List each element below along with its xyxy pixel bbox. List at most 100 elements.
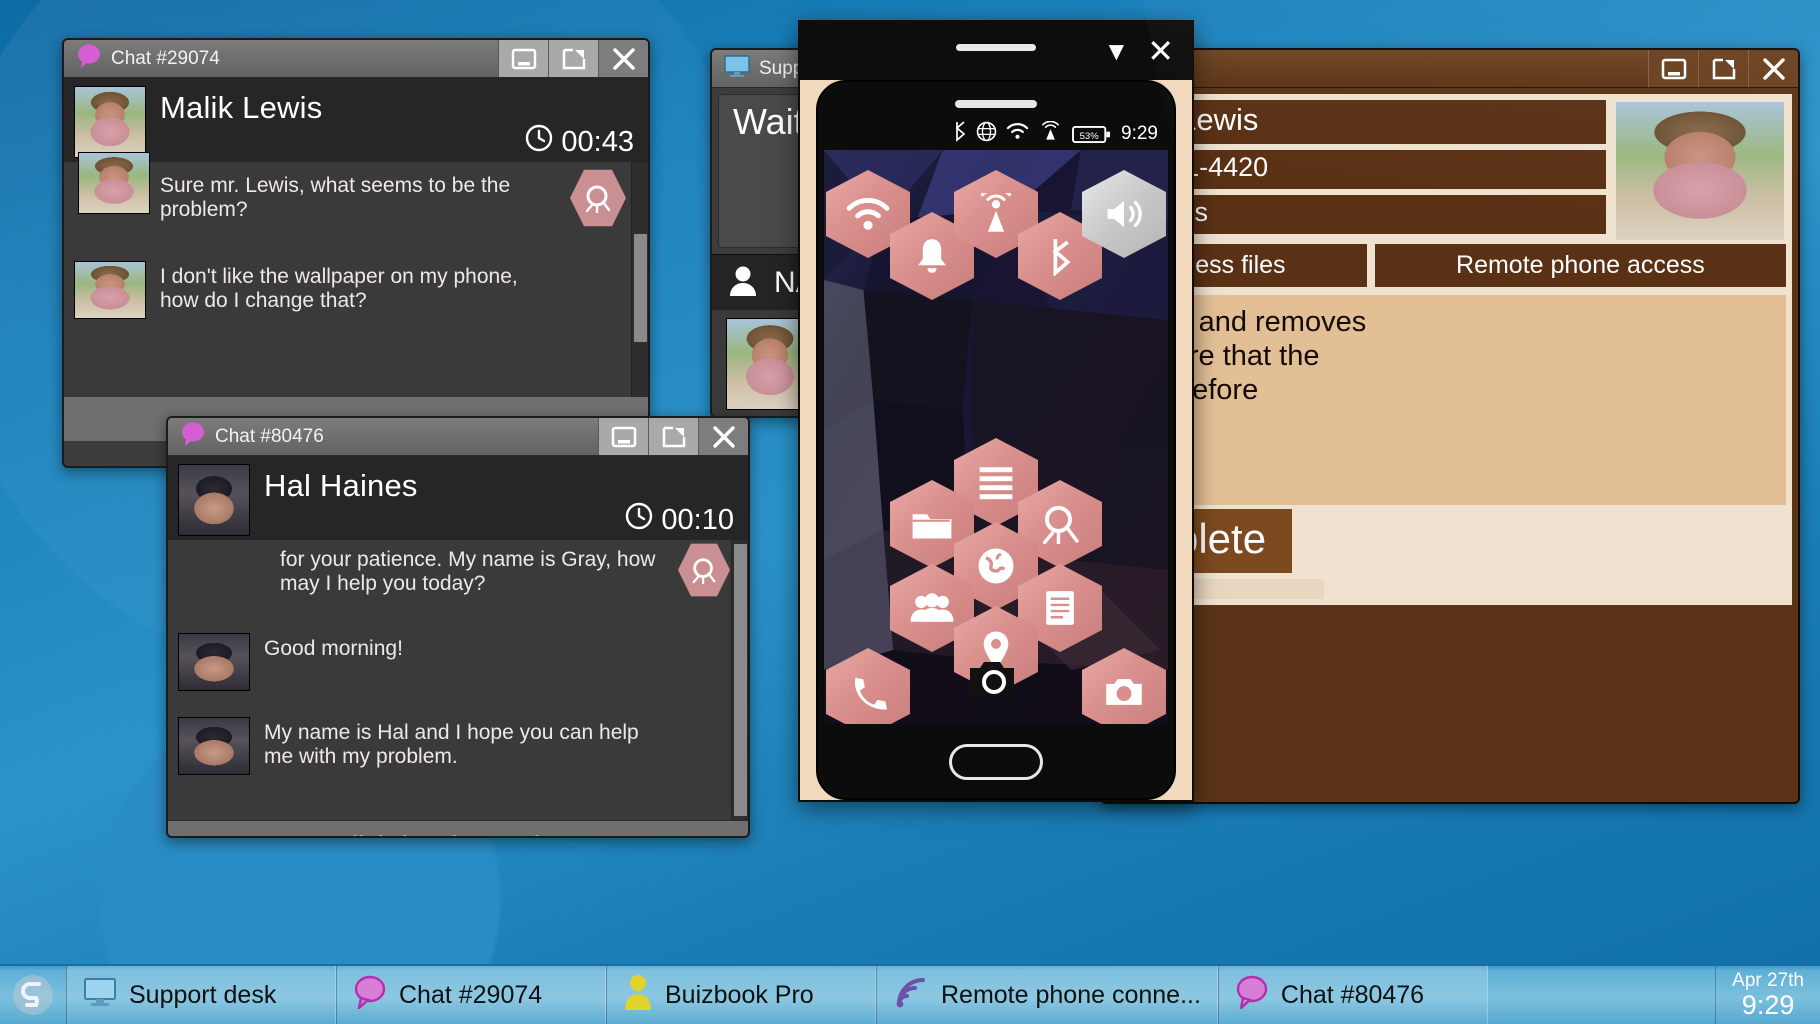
- chevron-down-icon[interactable]: ▼: [1103, 38, 1129, 64]
- phone-home-screen[interactable]: [824, 150, 1168, 724]
- maximize-icon: [562, 48, 585, 69]
- window-chat-29074[interactable]: Chat #29074 Malik Lewis 00:43 Sure mr. L…: [62, 38, 650, 468]
- monitor-icon: [724, 54, 750, 83]
- monitor-icon: [83, 977, 117, 1014]
- chat-bubble-icon: [1235, 975, 1269, 1016]
- close-icon: [1762, 57, 1785, 80]
- chat-malik-scrollbar[interactable]: [631, 162, 648, 397]
- chat-bubble-icon: [180, 421, 206, 453]
- clock-icon: [625, 502, 653, 538]
- chat-hal-titlebar[interactable]: Chat #80476: [168, 418, 748, 456]
- avatar: [178, 716, 250, 775]
- minimize-button[interactable]: [1648, 50, 1698, 87]
- chat-hal-messages: for your patience. My name is Gray, how …: [168, 540, 748, 820]
- message-row: for your patience. My name is Gray, how …: [168, 540, 748, 609]
- taskbar-item-label: Buizbook Pro: [665, 980, 814, 1009]
- message-text: I don't like the wallpaper on my phone, …: [160, 264, 518, 313]
- chat-hal-timer: 00:10: [625, 502, 734, 538]
- taskbar[interactable]: Support desk Chat #29074 Buizbook Pro Re…: [0, 964, 1820, 1024]
- taskbar-item-chat-29074[interactable]: Chat #29074: [336, 966, 606, 1024]
- chat-hal-title: Chat #80476: [215, 425, 324, 447]
- wifi-icon: [1006, 122, 1029, 146]
- phone-clock: 9:29: [1121, 123, 1158, 144]
- close-icon: [612, 47, 635, 70]
- person-icon: [726, 263, 760, 302]
- scroll-thumb[interactable]: [634, 234, 647, 342]
- avatar: [74, 260, 146, 319]
- minimize-button[interactable]: [598, 418, 648, 455]
- minimize-icon: [611, 426, 636, 447]
- message-text: Sure mr. Lewis, what seems to be the pro…: [160, 174, 511, 222]
- signal-icon: [893, 974, 929, 1017]
- support-desk-title: Supp: [759, 57, 804, 79]
- remote-win-titlebar[interactable]: [1102, 50, 1798, 88]
- desktop: Supp Waitin NA Lewis 44441-4420 ess file…: [0, 0, 1820, 1024]
- taskbar-clock: Apr 27th 9:29: [1715, 966, 1820, 1024]
- scroll-thumb[interactable]: [734, 544, 747, 816]
- chat-malik-header: Malik Lewis 00:43: [64, 78, 648, 162]
- message-row: Sure mr. Lewis, what seems to be the pro…: [64, 162, 648, 235]
- minimize-icon: [511, 48, 536, 69]
- start-logo-icon[interactable]: [0, 966, 66, 1024]
- taskbar-item-label: Chat #29074: [399, 980, 543, 1009]
- person-icon: [623, 974, 653, 1017]
- message-row: I don't like the wallpaper on my phone, …: [64, 235, 648, 327]
- avatar: [178, 464, 250, 536]
- chat-malik-timer-value: 00:43: [561, 125, 634, 158]
- maximize-button[interactable]: [1698, 50, 1748, 87]
- chat-malik-titlebar[interactable]: Chat #29074: [64, 40, 648, 78]
- remote-win-content: alik Lewis 44441-4420 access ess files R…: [1108, 94, 1792, 605]
- maximize-button[interactable]: [548, 40, 598, 77]
- battery-icon: 53%: [1072, 125, 1112, 144]
- chat-hal-contact-name: Hal Haines: [264, 468, 418, 503]
- avatar: [74, 86, 146, 158]
- taskbar-item-remote-phone[interactable]: Remote phone conne...: [876, 966, 1218, 1024]
- close-icon: [712, 425, 735, 448]
- window-chat-80476[interactable]: Chat #80476 Hal Haines 00:10 for your pa…: [166, 416, 750, 838]
- chat-hal-scrollbar[interactable]: [731, 540, 748, 820]
- close-icon[interactable]: ✕: [1147, 35, 1174, 67]
- chat-hal-header: Hal Haines 00:10: [168, 456, 748, 540]
- remote-phone-access-button[interactable]: Remote phone access: [1374, 244, 1787, 287]
- window-remote-phone-access[interactable]: alik Lewis 44441-4420 access ess files R…: [1100, 48, 1800, 804]
- message-text: for your patience. My name is Gray, how …: [280, 548, 656, 596]
- drag-handle[interactable]: [956, 44, 1036, 51]
- cell-signal-icon: [1038, 120, 1063, 147]
- svg-text:53%: 53%: [1080, 130, 1100, 141]
- chat-malik-timer: 00:43: [525, 124, 634, 160]
- close-button[interactable]: [1748, 50, 1798, 87]
- minimize-icon: [1661, 58, 1686, 79]
- message-row: My name is Hal and I hope you can help m…: [168, 699, 748, 783]
- taskbar-item-buizbook-pro[interactable]: Buizbook Pro: [606, 966, 876, 1024]
- customer-photo: [1614, 100, 1786, 242]
- chat-malik-title: Chat #29074: [111, 47, 220, 69]
- close-button[interactable]: [698, 418, 748, 455]
- phone-overlay-titlebar[interactable]: ▼ ✕: [800, 22, 1192, 80]
- taskbar-item-support-desk[interactable]: Support desk: [66, 966, 336, 1024]
- close-button[interactable]: [598, 40, 648, 77]
- chat-malik-messages: Sure mr. Lewis, what seems to be the pro…: [64, 162, 648, 397]
- avatar: [78, 152, 150, 214]
- chat-options-button[interactable]: Click for chat options: [168, 820, 748, 836]
- taskbar-item-chat-80476[interactable]: Chat #80476: [1217, 966, 1488, 1024]
- chat-hal-timer-value: 00:10: [661, 503, 734, 536]
- earpiece: [955, 100, 1037, 108]
- clock-icon: [525, 124, 553, 160]
- clock-date: Apr 27th: [1732, 969, 1804, 991]
- maximize-icon: [1712, 58, 1735, 79]
- home-button[interactable]: [949, 744, 1043, 780]
- taskbar-item-label: Chat #80476: [1280, 980, 1425, 1009]
- screenshot-app-icon[interactable]: [966, 656, 1022, 708]
- task-description: hone and removes ensure that the ure bef…: [1114, 295, 1786, 505]
- message-text: My name is Hal and I hope you can help m…: [264, 720, 639, 769]
- taskbar-item-label: Remote phone conne...: [941, 980, 1201, 1009]
- minimize-button[interactable]: [498, 40, 548, 77]
- chat-bubble-icon: [76, 43, 102, 75]
- chat-malik-contact-name: Malik Lewis: [160, 90, 323, 125]
- phone-status-bar: 53% 9:29: [818, 118, 1174, 150]
- message-text: Good morning!: [264, 636, 403, 660]
- clock-time: 9:29: [1741, 989, 1795, 1020]
- globe-icon: [976, 121, 997, 148]
- maximize-button[interactable]: [648, 418, 698, 455]
- phone-overlay-window[interactable]: ▼ ✕ 53% 9:29: [798, 20, 1194, 802]
